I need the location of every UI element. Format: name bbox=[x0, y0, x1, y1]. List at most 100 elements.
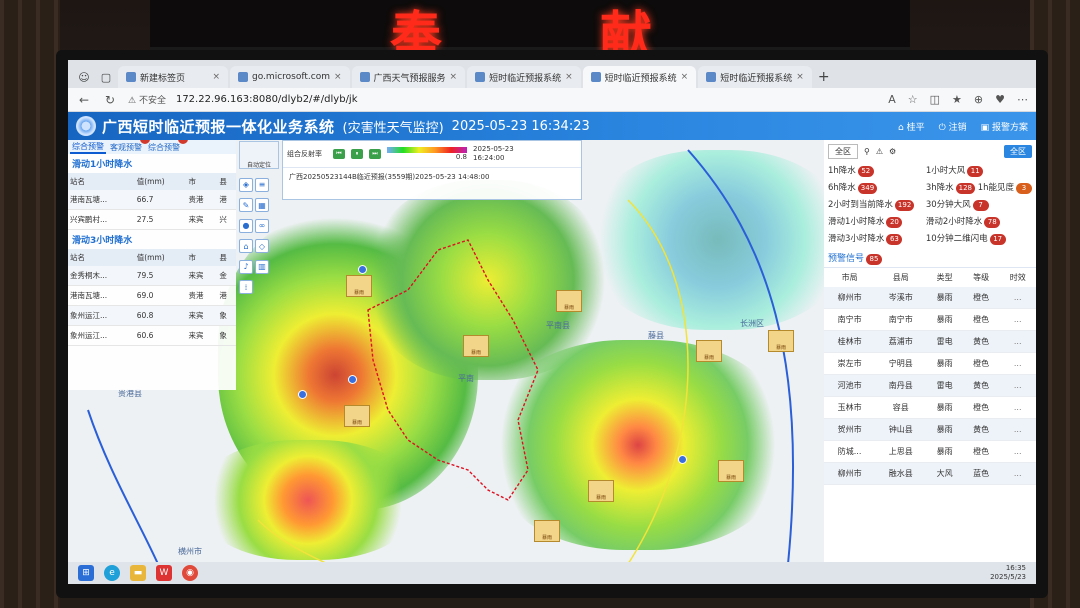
warning-item[interactable]: 滑动2小时降水 78 bbox=[926, 215, 1032, 228]
shape-icon[interactable]: ◇ bbox=[255, 239, 269, 253]
region-select[interactable]: 全区 bbox=[828, 143, 858, 159]
chrome-browser-icon[interactable]: ◉ bbox=[182, 565, 198, 581]
layers-icon[interactable]: ◈ bbox=[239, 177, 253, 192]
warning-item[interactable]: 滑动3小时降水 63 bbox=[828, 232, 926, 245]
table-row[interactable]: 象州运江... 60.6 来宾 象 bbox=[68, 325, 236, 346]
chart-icon[interactable]: ▥ bbox=[255, 259, 269, 274]
start-menu-icon[interactable]: ⊞ bbox=[78, 565, 94, 581]
all-region-button[interactable]: 全区 bbox=[1004, 144, 1032, 158]
close-icon[interactable]: × bbox=[450, 72, 458, 82]
profile-icon[interactable]: ☺ bbox=[74, 66, 94, 88]
column-header[interactable]: 县局 bbox=[875, 268, 926, 287]
location-icon[interactable]: ● bbox=[239, 218, 253, 233]
settings-icon[interactable]: ⚙ bbox=[889, 147, 896, 156]
file-explorer-icon[interactable]: ▬ bbox=[130, 565, 146, 581]
warning-item[interactable]: 6h降水 349 bbox=[828, 181, 926, 194]
extensions-icon[interactable]: ♥ bbox=[995, 93, 1005, 106]
warning-signal-icon[interactable]: 暴雨 bbox=[588, 480, 614, 502]
warning-item[interactable]: 1小时大风 11 bbox=[926, 164, 1032, 177]
station-pin-icon[interactable] bbox=[678, 455, 687, 464]
wps-office-icon[interactable]: W bbox=[156, 565, 172, 581]
table-row[interactable]: 港南瓦塘... 66.7 贵港 港 bbox=[68, 190, 236, 210]
play-pause-button[interactable]: ⏸ bbox=[351, 149, 363, 159]
favorite-icon[interactable]: ☆ bbox=[908, 93, 918, 106]
station-pin-icon[interactable] bbox=[348, 375, 357, 384]
table-row[interactable]: 象州运江... 60.8 来宾 象 bbox=[68, 305, 236, 326]
browser-tab[interactable]: 新建标签页 × bbox=[118, 66, 228, 88]
station-pin-icon[interactable] bbox=[358, 265, 367, 274]
warning-item[interactable]: 3h降水 128 1h能见度 3 bbox=[926, 181, 1032, 194]
column-header[interactable]: 时效 bbox=[999, 268, 1036, 287]
table-row[interactable]: 柳州市 岑溪市 暴雨 橙色... bbox=[824, 287, 1036, 309]
table-row[interactable]: 港南瓦塘... 69.0 贵港 港 bbox=[68, 285, 236, 306]
browser-tab[interactable]: 短时临近预报系统 × bbox=[698, 66, 812, 88]
column-header[interactable]: 市局 bbox=[824, 268, 875, 287]
close-icon[interactable]: × bbox=[681, 72, 689, 82]
column-header[interactable]: 等级 bbox=[963, 268, 1000, 287]
warning-signal-icon[interactable]: 暴雨 bbox=[768, 330, 794, 352]
tab-comprehensive-warning[interactable]: 综合预警 bbox=[70, 141, 106, 154]
close-icon[interactable]: × bbox=[796, 72, 804, 82]
filter-icon[interactable]: ⚲ bbox=[864, 147, 870, 156]
radar-map[interactable]: 暴雨 暴雨 暴雨 暴雨 暴雨 暴雨 暴雨 暴雨 暴雨 平南县 平南 长洲区 藤县… bbox=[68, 140, 1036, 562]
warning-item[interactable]: 30分钟大风 7 bbox=[926, 198, 1032, 211]
station-pin-icon[interactable] bbox=[298, 390, 307, 399]
favorites-bar-icon[interactable]: ★ bbox=[952, 93, 962, 106]
opacity-value[interactable]: 0.8 bbox=[387, 153, 467, 161]
table-row[interactable]: 桂林市 荔浦市 雷电 黄色... bbox=[824, 330, 1036, 353]
warning-signal-icon[interactable]: 暴雨 bbox=[346, 275, 372, 297]
browser-tab-active[interactable]: 短时临近预报系统 × bbox=[582, 66, 697, 88]
warning-signal-icon[interactable]: 暴雨 bbox=[344, 405, 370, 427]
warning-item[interactable]: 滑动1小时降水 20 bbox=[828, 215, 926, 228]
tab-comprehensive-warning-2[interactable]: 综合预警2 bbox=[146, 140, 188, 153]
alert-icon[interactable]: ⚠ bbox=[876, 147, 883, 156]
url-field[interactable]: 172.22.96.163:8080/dlyb2/#/dlyb/jk bbox=[176, 94, 358, 105]
warning-signal-tab[interactable]: 预警信号 85 bbox=[824, 247, 1036, 268]
table-row[interactable]: 玉林市 容县 暴雨 橙色... bbox=[824, 396, 1036, 419]
insecure-warning[interactable]: ⚠ 不安全 bbox=[128, 93, 166, 106]
new-tab-icon[interactable]: + bbox=[814, 66, 834, 88]
alarm-plan-button[interactable]: ▣ 报警方案 bbox=[981, 120, 1028, 133]
browser-tab[interactable]: go.microsoft.com × bbox=[230, 66, 350, 88]
table-row[interactable]: 河池市 南丹县 雷电 黄色... bbox=[824, 374, 1036, 397]
warning-signal-icon[interactable]: 暴雨 bbox=[696, 340, 722, 362]
close-icon[interactable]: × bbox=[565, 72, 573, 82]
table-row[interactable]: 金秀桐木... 79.5 来宾 金 bbox=[68, 266, 236, 286]
reload-icon[interactable]: ↻ bbox=[102, 93, 118, 107]
column-header[interactable]: 类型 bbox=[926, 268, 963, 287]
logout-button[interactable]: ⏻ 注销 bbox=[939, 120, 967, 133]
warning-signal-icon[interactable]: 暴雨 bbox=[718, 460, 744, 482]
table-row[interactable]: 南宁市 南宁市 暴雨 橙色... bbox=[824, 308, 1036, 331]
table-row[interactable]: 防城... 上思县 暴雨 橙色... bbox=[824, 440, 1036, 463]
prev-frame-button[interactable]: ⏮ bbox=[333, 149, 345, 159]
close-icon[interactable]: × bbox=[334, 72, 342, 82]
warning-signal-icon[interactable]: 暴雨 bbox=[534, 520, 560, 542]
back-icon[interactable]: ← bbox=[76, 93, 92, 107]
tab-objective-warning[interactable]: 客观预警0 bbox=[108, 140, 150, 153]
edge-browser-icon[interactable]: e bbox=[104, 565, 120, 581]
more-menu-icon[interactable]: ⋯ bbox=[1017, 93, 1028, 106]
warning-signal-icon[interactable]: 暴雨 bbox=[463, 335, 489, 357]
warning-item[interactable]: 10分钟二维闪电 17 bbox=[926, 232, 1032, 245]
close-icon[interactable]: × bbox=[212, 72, 220, 82]
warning-signal-icon[interactable]: 暴雨 bbox=[556, 290, 582, 312]
auto-locate-button[interactable]: 自动定位 bbox=[239, 141, 279, 169]
home-icon[interactable]: ⌂ bbox=[239, 239, 253, 253]
warning-item[interactable]: 1h降水 52 bbox=[828, 164, 926, 177]
collections-icon[interactable]: ⊕ bbox=[974, 93, 983, 106]
grid-icon[interactable]: ▦ bbox=[255, 198, 269, 212]
read-aloud-icon[interactable]: A bbox=[888, 93, 896, 106]
home-button[interactable]: ⌂ 桂平 bbox=[898, 120, 925, 133]
tab-actions-icon[interactable]: ▢ bbox=[96, 66, 116, 88]
split-screen-icon[interactable]: ◫ bbox=[930, 93, 940, 106]
table-row[interactable]: 贺州市 钟山县 暴雨 黄色... bbox=[824, 418, 1036, 441]
warning-item[interactable]: 2小时到当前降水 192 bbox=[828, 198, 926, 211]
table-row[interactable]: 柳州市 融水县 大风 蓝色... bbox=[824, 462, 1036, 485]
link-icon[interactable]: ∞ bbox=[255, 218, 269, 233]
apps-icon[interactable]: ⁞ bbox=[239, 280, 253, 294]
table-row[interactable]: 崇左市 宁明县 暴雨 橙色... bbox=[824, 352, 1036, 375]
browser-tab[interactable]: 短时临近预报系统 × bbox=[467, 66, 581, 88]
browser-tab[interactable]: 广西天气预报服务 × bbox=[351, 66, 466, 88]
bell-icon[interactable]: ♪ bbox=[239, 259, 253, 274]
system-clock[interactable]: 16:35 2025/5/23 bbox=[990, 564, 1026, 582]
